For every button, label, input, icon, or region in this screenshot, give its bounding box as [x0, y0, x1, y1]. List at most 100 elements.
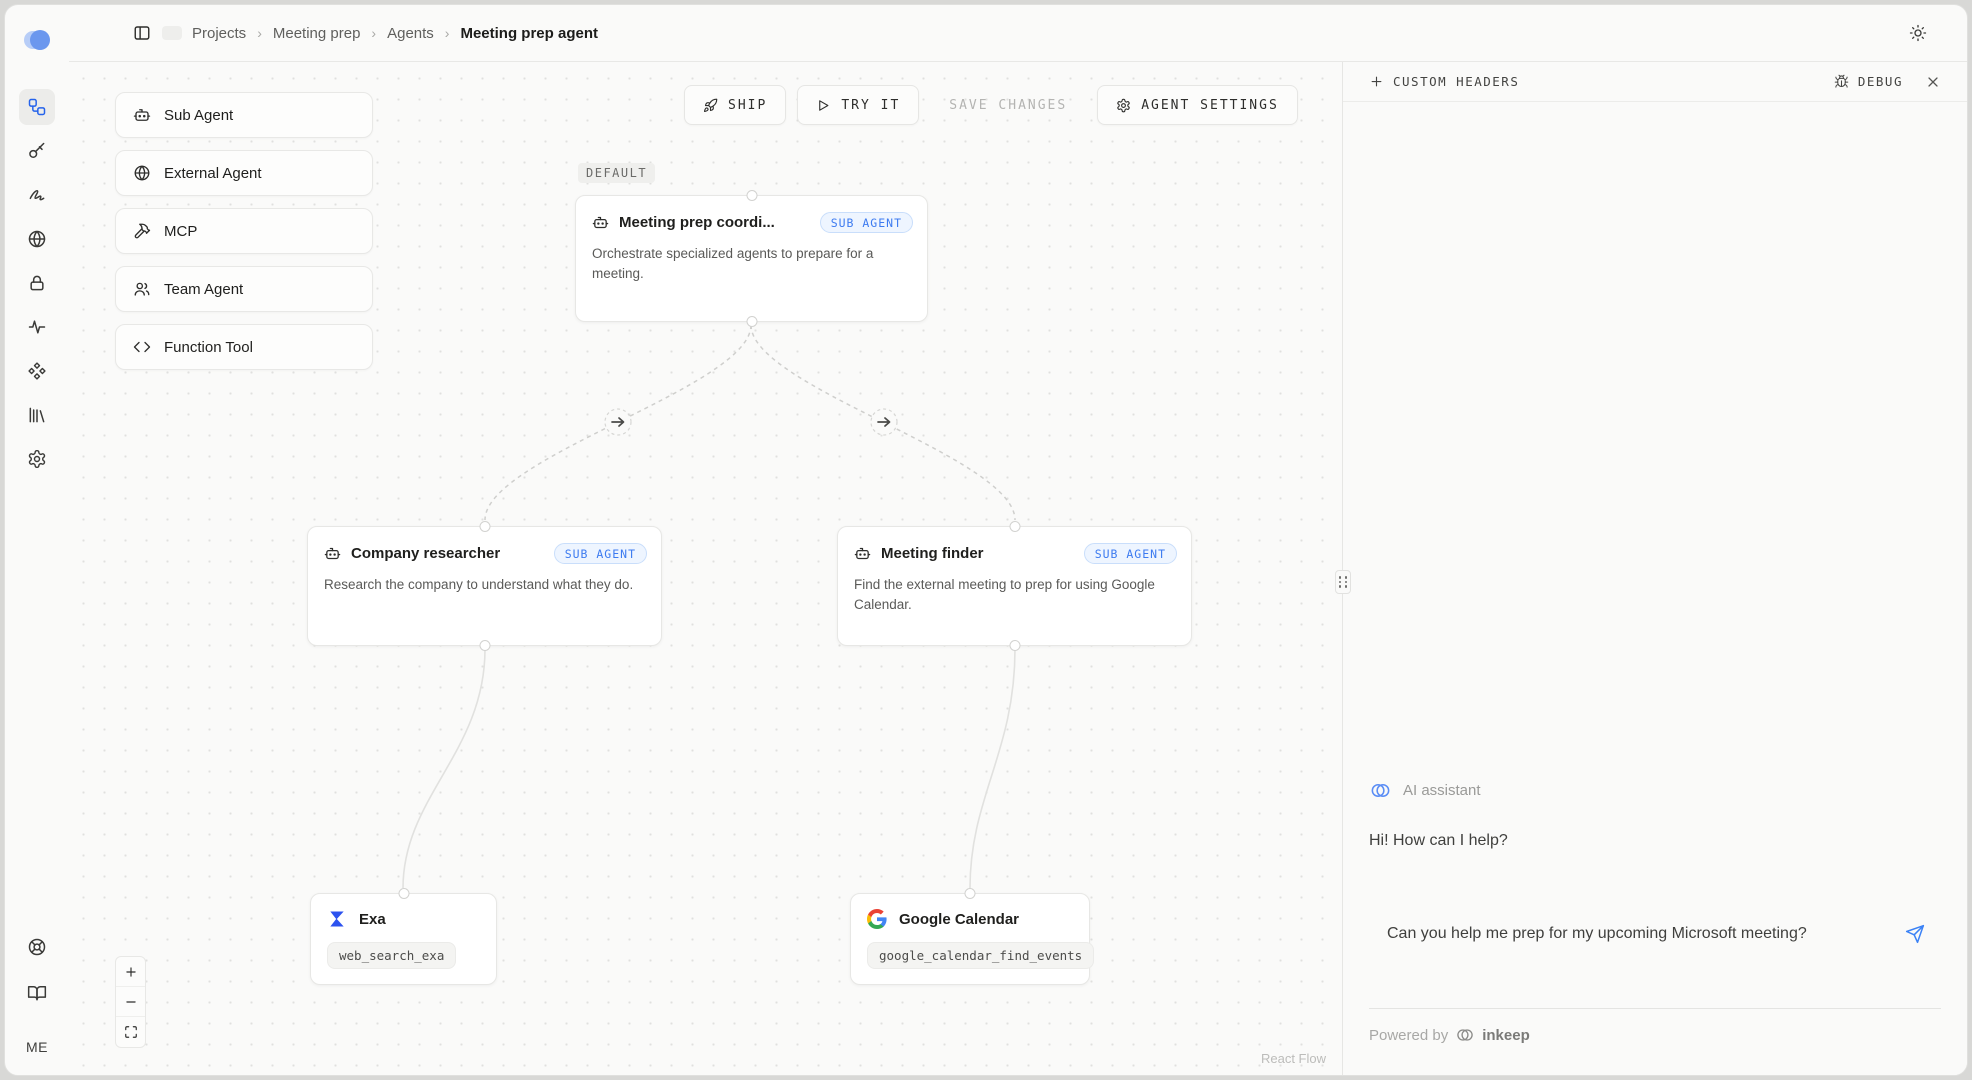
bot-icon — [324, 545, 341, 562]
scribble-icon — [27, 185, 47, 205]
node-handle[interactable] — [965, 888, 976, 899]
node-title: Meeting prep coordi... — [619, 214, 775, 231]
send-button[interactable] — [1905, 924, 1925, 947]
edge-arrow-badge[interactable] — [605, 409, 631, 435]
node-handle[interactable] — [746, 316, 757, 327]
content-row: Sub Agent External Agent MCP Team Agent — [69, 62, 1967, 1075]
debug-label: DEBUG — [1858, 74, 1903, 89]
save-changes-label: SAVE CHANGES — [949, 98, 1067, 113]
palette-item-label: Function Tool — [164, 339, 253, 356]
flow-canvas[interactable]: Sub Agent External Agent MCP Team Agent — [69, 62, 1342, 1075]
sub-agent-badge: SUB AGENT — [554, 543, 647, 564]
node-exa-tool[interactable]: Exa web_search_exa — [310, 893, 497, 985]
close-icon — [1925, 74, 1941, 90]
theme-toggle-button[interactable] — [1909, 24, 1927, 42]
palette-item-mcp[interactable]: MCP — [115, 208, 373, 254]
sidebar-item-external[interactable] — [19, 221, 55, 257]
node-handle[interactable] — [479, 640, 490, 651]
palette-item-label: MCP — [164, 223, 197, 240]
assistant-label: AI assistant — [1403, 782, 1481, 799]
gear-icon — [1116, 98, 1131, 113]
palette-item-team-agent[interactable]: Team Agent — [115, 266, 373, 312]
chat-body: AI assistant Hi! How can I help? Can you… — [1343, 102, 1967, 1075]
edge-arrow-badge[interactable] — [871, 409, 897, 435]
plus-icon — [1369, 74, 1384, 89]
node-handle[interactable] — [1009, 640, 1020, 651]
zoom-out-button[interactable] — [116, 987, 145, 1017]
node-handle[interactable] — [746, 190, 757, 201]
fit-view-button[interactable] — [116, 1017, 145, 1047]
palette-item-external-agent[interactable]: External Agent — [115, 150, 373, 196]
brand-label: inkeep — [1482, 1027, 1530, 1044]
sidebar-item-docs[interactable] — [19, 975, 55, 1011]
breadcrumb-item-agents[interactable]: Agents — [387, 25, 434, 42]
bot-icon — [592, 214, 609, 231]
user-avatar[interactable]: ME — [26, 1039, 48, 1055]
save-changes-button[interactable]: SAVE CHANGES — [930, 85, 1086, 125]
node-title: Company researcher — [351, 545, 500, 562]
sidebar-item-api-keys[interactable] — [19, 133, 55, 169]
google-logo-icon — [867, 909, 887, 929]
react-flow-attribution[interactable]: React Flow — [1261, 1051, 1326, 1066]
node-handle[interactable] — [398, 888, 409, 899]
sidebar-item-components[interactable] — [19, 353, 55, 389]
sidebar-item-scribble[interactable] — [19, 177, 55, 213]
book-open-icon — [27, 983, 47, 1003]
node-meeting-prep-coordinator[interactable]: Meeting prep coordi... SUB AGENT Orchest… — [575, 195, 928, 322]
canvas-toolbar: SHIP TRY IT SAVE CHANGES AGENT SETTINGS — [684, 85, 1298, 125]
ship-button[interactable]: SHIP — [684, 85, 786, 125]
rocket-icon — [703, 98, 718, 113]
app-window: ME Projects › Meeting prep › Agents › Me… — [4, 4, 1968, 1076]
debug-button[interactable]: DEBUG — [1834, 74, 1903, 89]
sidebar-item-help[interactable] — [19, 929, 55, 965]
node-google-calendar-tool[interactable]: Google Calendar google_calendar_find_eve… — [850, 893, 1090, 985]
maximize-icon — [124, 1025, 138, 1039]
zoom-controls — [115, 956, 146, 1048]
bug-icon — [1834, 74, 1849, 89]
breadcrumb-separator: › — [445, 25, 450, 41]
chat-input[interactable]: Can you help me prep for my upcoming Mic… — [1387, 922, 1831, 972]
inkeep-logo-icon — [1369, 779, 1392, 802]
library-icon — [27, 405, 47, 425]
sidebar-item-settings[interactable] — [19, 441, 55, 477]
sidebar-item-library[interactable] — [19, 397, 55, 433]
agent-settings-button[interactable]: AGENT SETTINGS — [1097, 85, 1298, 125]
custom-headers-button[interactable]: CUSTOM HEADERS — [1369, 74, 1519, 89]
life-buoy-icon — [27, 937, 47, 957]
custom-headers-label: CUSTOM HEADERS — [1393, 74, 1519, 89]
inkeep-logo-icon — [1455, 1025, 1475, 1045]
palette-item-sub-agent[interactable]: Sub Agent — [115, 92, 373, 138]
key-icon — [27, 141, 47, 161]
node-company-researcher[interactable]: Company researcher SUB AGENT Research th… — [307, 526, 662, 646]
try-it-button[interactable]: TRY IT — [797, 85, 919, 125]
palette-item-label: External Agent — [164, 165, 262, 182]
app-logo-icon — [22, 27, 52, 53]
node-meeting-finder[interactable]: Meeting finder SUB AGENT Find the extern… — [837, 526, 1192, 646]
close-panel-button[interactable] — [1925, 74, 1941, 90]
code-icon — [133, 338, 151, 356]
breadcrumb-separator: › — [257, 25, 262, 41]
bot-icon — [133, 106, 151, 124]
sidebar-item-activity[interactable] — [19, 309, 55, 345]
ship-label: SHIP — [728, 98, 767, 113]
node-description: Find the external meeting to prep for us… — [838, 564, 1191, 632]
node-description: Orchestrate specialized agents to prepar… — [576, 233, 927, 301]
breadcrumb-item-project[interactable]: Meeting prep — [273, 25, 361, 42]
breadcrumb-item-projects[interactable]: Projects — [192, 25, 246, 42]
rail-nav — [19, 89, 55, 477]
send-icon — [1905, 924, 1925, 944]
left-rail: ME — [5, 5, 69, 1075]
node-handle[interactable] — [1009, 521, 1020, 532]
breadcrumb: Projects › Meeting prep › Agents › Meeti… — [192, 25, 598, 42]
sidebar-item-graph[interactable] — [19, 89, 55, 125]
sidebar-item-credentials[interactable] — [19, 265, 55, 301]
sun-icon — [1909, 24, 1927, 42]
panel-resize-handle[interactable] — [1335, 570, 1351, 594]
globe-icon — [27, 229, 47, 249]
exa-logo-icon — [327, 909, 347, 929]
node-handle[interactable] — [479, 521, 490, 532]
zoom-in-button[interactable] — [116, 957, 145, 987]
panel-toggle-button[interactable] — [133, 24, 151, 42]
powered-by[interactable]: Powered by inkeep — [1369, 1025, 1941, 1075]
palette-item-function-tool[interactable]: Function Tool — [115, 324, 373, 370]
